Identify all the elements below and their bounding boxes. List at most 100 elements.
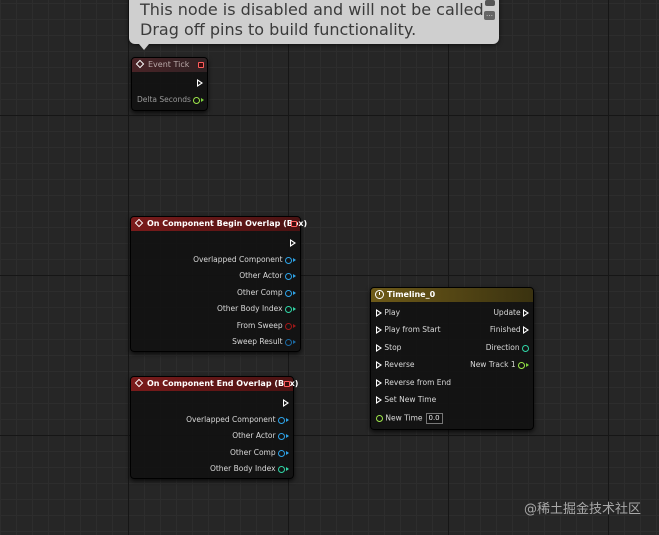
object-pin-icon	[285, 272, 292, 280]
pin-label: Update	[493, 308, 521, 317]
float-pin-icon	[193, 96, 201, 104]
set-new-time-pin[interactable]: Set New Time	[376, 395, 436, 405]
tooltip-line-2: Drag off pins to build functionality.	[140, 20, 417, 39]
other-comp-pin[interactable]: Other Comp	[230, 448, 289, 458]
reverse-from-end-pin[interactable]: Reverse from End	[376, 378, 451, 388]
pin-arrow-icon	[286, 418, 289, 422]
stop-pin[interactable]: Stop	[376, 343, 401, 353]
other-body-index-pin[interactable]: Other Body Index	[217, 304, 296, 314]
delegate-pin-icon[interactable]	[291, 221, 297, 227]
end-overlap-title: On Component End Overlap (Box)	[147, 379, 299, 388]
finished-pin[interactable]: Finished	[490, 325, 529, 335]
exec-pin-icon	[290, 239, 296, 247]
new-time-pin[interactable]: New Time 0.0	[376, 413, 443, 424]
tooltip-tail	[139, 44, 149, 50]
other-comp-pin[interactable]: Other Comp	[237, 288, 296, 298]
object-pin-icon	[278, 449, 285, 457]
exec-pin-icon	[376, 309, 382, 317]
exec-pin-icon	[523, 326, 529, 334]
pin-arrow-icon	[201, 98, 205, 102]
exec-pin-icon	[376, 396, 382, 404]
pin-label: Other Actor	[239, 271, 283, 280]
direction-pin[interactable]: Direction	[486, 343, 529, 353]
float-pin-icon	[376, 415, 383, 422]
pin-label: Reverse from End	[384, 378, 452, 387]
end-overlap-header[interactable]: On Component End Overlap (Box)	[131, 377, 298, 391]
play-from-start-pin[interactable]: Play from Start	[376, 325, 441, 335]
pin-label: New Track 1	[470, 360, 516, 369]
pin-label: Overlapped Component	[193, 255, 283, 264]
play-pin[interactable]: Play	[376, 308, 400, 318]
timeline-node[interactable]: Timeline_0 Play Play from Start Stop Rev…	[370, 287, 534, 430]
exec-out-pin[interactable]	[197, 78, 203, 88]
exec-pin-icon	[376, 379, 382, 387]
pin-label: Sweep Result	[232, 337, 283, 346]
event-icon	[134, 378, 144, 388]
pin-arrow-icon	[293, 291, 296, 295]
other-body-index-pin[interactable]: Other Body Index	[210, 464, 289, 474]
overlapped-component-pin[interactable]: Overlapped Component	[193, 255, 296, 265]
tooltip-line-1: This node is disabled and will not be ca…	[140, 0, 489, 19]
disabled-node-tooltip: This node is disabled and will not be ca…	[129, 0, 499, 50]
exec-pin-icon	[523, 309, 529, 317]
from-sweep-pin[interactable]: From Sweep	[237, 321, 296, 331]
overlapped-component-pin[interactable]: Overlapped Component	[186, 415, 289, 425]
pin-arrow-icon	[293, 340, 296, 344]
comment-icon[interactable]: …	[484, 11, 495, 20]
bool-pin-icon	[285, 322, 292, 330]
pin-arrow-icon	[286, 434, 289, 438]
exec-pin-icon	[376, 361, 382, 369]
delegate-pin-icon[interactable]	[198, 62, 204, 68]
pin-arrow-icon	[293, 258, 296, 262]
exec-pin-icon	[283, 399, 289, 407]
pin-icon[interactable]	[485, 0, 495, 6]
reverse-pin[interactable]: Reverse	[376, 360, 415, 370]
pin-label: Overlapped Component	[186, 415, 276, 424]
end-overlap-node[interactable]: On Component End Overlap (Box) Overlappe…	[130, 376, 298, 479]
pin-arrow-icon	[526, 363, 529, 367]
begin-overlap-node[interactable]: On Component Begin Overlap (Box) Overlap…	[130, 216, 307, 352]
begin-overlap-header[interactable]: On Component Begin Overlap (Box)	[131, 217, 307, 231]
pin-label: Reverse	[384, 360, 415, 369]
object-pin-icon	[278, 416, 285, 424]
pin-arrow-icon	[293, 307, 296, 311]
exec-out-pin[interactable]	[283, 398, 289, 408]
float-pin-icon	[518, 361, 525, 369]
update-pin[interactable]: Update	[493, 308, 529, 318]
other-actor-pin[interactable]: Other Actor	[239, 271, 296, 281]
watermark: @稀土掘金技术社区	[523, 502, 641, 517]
pin-label: Stop	[384, 343, 402, 352]
pin-label: Other Comp	[237, 288, 283, 297]
pin-arrow-icon	[286, 467, 289, 471]
pin-label: From Sweep	[236, 321, 283, 330]
int-pin-icon	[278, 465, 285, 473]
new-track-1-pin[interactable]: New Track 1	[470, 360, 529, 370]
pin-label: Direction	[485, 343, 520, 352]
struct-pin-icon	[285, 338, 292, 346]
event-tick-header[interactable]: Event Tick	[132, 58, 207, 72]
timeline-title: Timeline_0	[387, 290, 436, 299]
delegate-pin-icon[interactable]	[284, 381, 290, 387]
pin-label: Other Body Index	[216, 304, 283, 313]
delta-seconds-pin[interactable]: Delta Seconds	[137, 95, 205, 105]
pin-label: Play	[384, 308, 401, 317]
int-pin-icon	[285, 305, 292, 313]
begin-overlap-title: On Component Begin Overlap (Box)	[147, 219, 308, 228]
new-time-input[interactable]: 0.0	[425, 413, 443, 424]
pin-arrow-icon	[286, 451, 289, 455]
other-actor-pin[interactable]: Other Actor	[232, 431, 289, 441]
event-icon	[134, 218, 144, 228]
event-tick-node[interactable]: Event Tick Delta Seconds	[131, 57, 208, 111]
pin-label: Other Comp	[230, 448, 276, 457]
pin-label: Other Actor	[232, 431, 276, 440]
object-pin-icon	[278, 432, 285, 440]
pin-label: Set New Time	[384, 395, 437, 404]
exec-out-pin[interactable]	[290, 238, 296, 248]
delta-seconds-label: Delta Seconds	[137, 95, 191, 104]
sweep-result-pin[interactable]: Sweep Result	[232, 337, 296, 347]
object-pin-icon	[285, 289, 292, 297]
event-icon	[135, 59, 145, 69]
timeline-header[interactable]: Timeline_0	[371, 288, 533, 302]
pin-label: New Time	[385, 413, 423, 423]
exec-pin-icon	[197, 79, 203, 87]
